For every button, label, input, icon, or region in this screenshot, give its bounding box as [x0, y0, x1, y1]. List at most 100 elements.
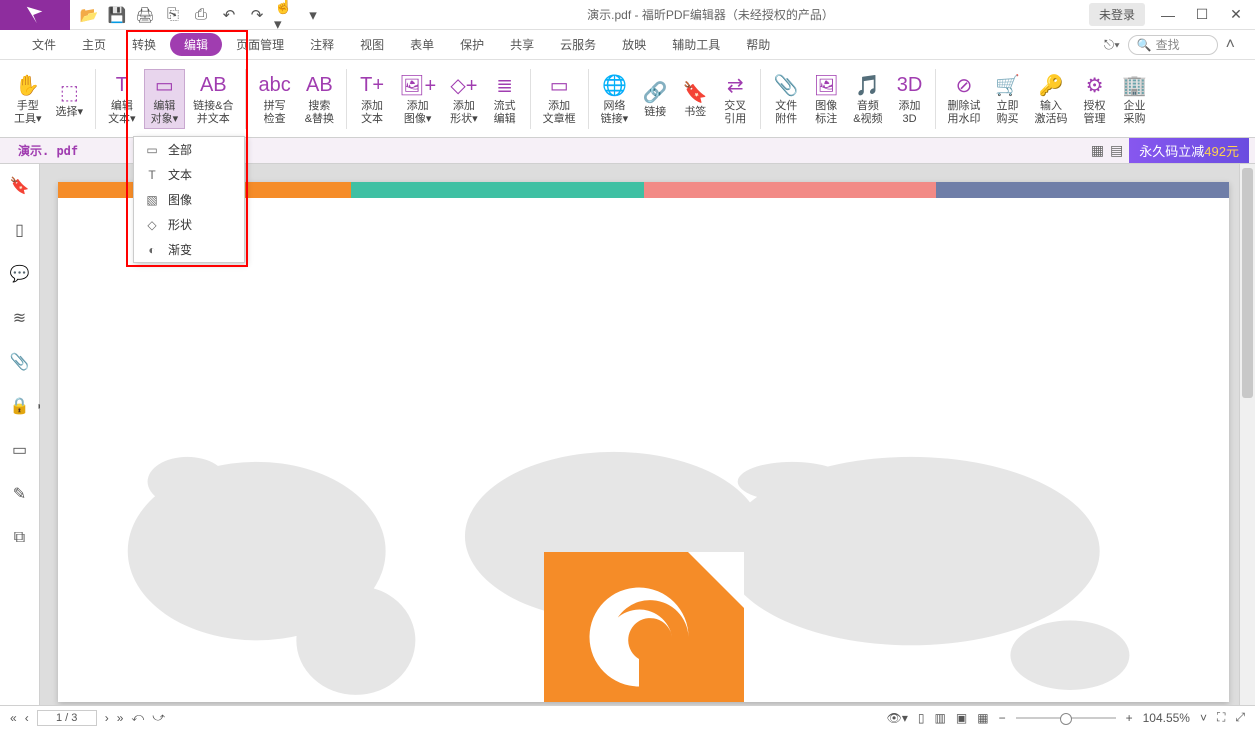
ribbon-添加图像[interactable]: 🖼+添加图像▾	[393, 70, 442, 128]
bookmark-icon[interactable]: 🔖	[8, 174, 32, 198]
thumb-list-icon[interactable]: ▤	[1110, 142, 1123, 159]
undo-icon[interactable]: ↶	[218, 4, 240, 26]
nav-back-icon[interactable]: ⤺	[131, 710, 144, 725]
ribbon-立即购买[interactable]: 🛒立即购买	[989, 70, 1027, 128]
comment-icon[interactable]: 💬	[8, 262, 32, 286]
menu-accessibility[interactable]: 辅助工具	[660, 32, 732, 57]
facing-icon[interactable]: ▣	[956, 711, 967, 725]
dropdown-all[interactable]: ▭全部	[134, 137, 244, 162]
menu-pages[interactable]: 页面管理	[224, 32, 296, 57]
dropdown-gradient[interactable]: ◐渐变	[134, 237, 244, 262]
ribbon-icon: 🎵	[855, 72, 880, 100]
ribbon-企业采购[interactable]: 🏢企业采购	[1116, 70, 1154, 128]
prev-page-icon[interactable]: ‹	[25, 711, 29, 725]
menu-convert[interactable]: 转换	[120, 32, 168, 57]
ribbon-图像标注[interactable]: 🖼图像标注	[807, 70, 845, 128]
menu-edit[interactable]: 编辑	[170, 33, 222, 56]
ribbon-删除试用水印[interactable]: ⊘删除试用水印	[942, 70, 987, 128]
file-tab[interactable]: 演示. pdf	[6, 139, 90, 162]
ribbon-添加3D[interactable]: 3D添加3D	[891, 70, 929, 128]
ribbon-链接&合并文本[interactable]: AB链接&合并文本	[187, 70, 239, 128]
new-icon[interactable]: ⎙	[190, 4, 212, 26]
nav-fwd-icon[interactable]: ⤻	[152, 710, 165, 725]
menu-present[interactable]: 放映	[610, 32, 658, 57]
security-icon[interactable]: 🔒	[8, 394, 32, 418]
menu-share[interactable]: 共享	[498, 32, 546, 57]
vertical-scrollbar[interactable]	[1239, 164, 1255, 705]
search-input[interactable]: 🔍 查找	[1128, 35, 1218, 55]
ribbon-流式编辑[interactable]: ≣流式编辑	[486, 70, 524, 128]
zoom-dropdown-icon[interactable]: ˅	[1200, 711, 1207, 725]
open-icon[interactable]: 📂	[78, 4, 100, 26]
save-icon[interactable]: 💾	[106, 4, 128, 26]
fit-width-icon[interactable]: ⛶	[1217, 710, 1225, 725]
ribbon-编辑文本[interactable]: T编辑文本▾	[102, 70, 142, 128]
last-page-icon[interactable]: »	[117, 711, 124, 725]
dropdown-shape[interactable]: ◇形状	[134, 212, 244, 237]
fullscreen-icon[interactable]: ⤢	[1235, 710, 1245, 725]
collapse-ribbon-icon[interactable]: ˄	[1226, 36, 1235, 54]
menu-protect[interactable]: 保护	[448, 32, 496, 57]
promo-banner[interactable]: 永久码立减492元	[1129, 138, 1249, 163]
first-page-icon[interactable]: «	[10, 711, 17, 725]
ribbon-icon: 🔗	[643, 78, 668, 106]
minimize-icon[interactable]: —	[1153, 3, 1183, 27]
menu-cloud[interactable]: 云服务	[548, 32, 608, 57]
export-icon[interactable]: ⎘	[162, 4, 184, 26]
page-thumb-icon[interactable]: ▯	[8, 218, 32, 242]
menu-file[interactable]: 文件	[20, 32, 68, 57]
menu-view[interactable]: 视图	[348, 32, 396, 57]
menu-help[interactable]: 帮助	[734, 32, 782, 57]
close-icon[interactable]: ✕	[1221, 3, 1251, 27]
ribbon-添加形状[interactable]: ◇+添加形状▾	[444, 70, 484, 128]
ribbon-选择[interactable]: ⬚选择▾	[50, 76, 90, 121]
thumb-grid-icon[interactable]: ▦	[1091, 142, 1104, 159]
ribbon-网络链接[interactable]: 🌐网络链接▾	[595, 70, 635, 128]
next-page-icon[interactable]: ›	[105, 711, 109, 725]
ribbon-separator	[530, 69, 531, 129]
ribbon-文件附件[interactable]: 📎文件附件	[767, 70, 805, 128]
menu-annotate[interactable]: 注释	[298, 32, 346, 57]
dropdown-text[interactable]: T文本	[134, 162, 244, 187]
ribbon-书签[interactable]: 🔖书签	[676, 76, 714, 121]
ribbon-添加文章框[interactable]: ▭添加文章框	[537, 70, 582, 128]
ribbon-添加文本[interactable]: T+添加文本	[353, 70, 391, 128]
attachment-icon[interactable]: 📎	[8, 350, 32, 374]
ribbon-搜索&替换[interactable]: AB搜索&替换	[299, 70, 340, 128]
ribbon-链接[interactable]: 🔗链接	[636, 76, 674, 121]
print-icon[interactable]: 🖨	[134, 4, 156, 26]
stamp-icon[interactable]: ✎	[8, 482, 32, 506]
ribbon-输入激活码[interactable]: 🔑输入激活码	[1029, 70, 1074, 128]
touch-icon[interactable]: ☝▾	[274, 4, 296, 26]
zoom-slider[interactable]	[1016, 717, 1116, 719]
redo-icon[interactable]: ↷	[246, 4, 268, 26]
ribbon-授权管理[interactable]: ⚙授权管理	[1076, 70, 1114, 128]
signature-icon[interactable]: ▭	[8, 438, 32, 462]
layers-icon[interactable]: ≋	[8, 306, 32, 330]
zoom-out-icon[interactable]: −	[999, 711, 1006, 725]
login-button[interactable]: 未登录	[1089, 3, 1145, 26]
read-mode-icon[interactable]: 👁▾	[887, 711, 908, 725]
menu-home[interactable]: 主页	[70, 32, 118, 57]
menu-forms[interactable]: 表单	[398, 32, 446, 57]
compare-icon[interactable]: ⧉	[8, 526, 32, 550]
ribbon-音频&视频[interactable]: 🎵音频&视频	[847, 70, 888, 128]
page-number-input[interactable]: 1 / 3	[37, 710, 97, 726]
ribbon-编辑对象[interactable]: ▭编辑对象▾	[144, 69, 186, 129]
continuous-icon[interactable]: ▥	[935, 711, 946, 725]
scroll-thumb[interactable]	[1242, 168, 1253, 398]
ribbon-手型工具[interactable]: ✋手型工具▾	[8, 70, 48, 128]
dropdown-image[interactable]: ▧图像	[134, 187, 244, 212]
settings-icon[interactable]: ⎋▾	[1104, 37, 1120, 53]
ribbon-拼写检查[interactable]: abc拼写检查	[252, 70, 296, 128]
zoom-value[interactable]: 104.55%	[1143, 711, 1190, 725]
qat-more-icon[interactable]: ▾	[302, 4, 324, 26]
ribbon-icon: T+	[360, 72, 384, 100]
facing-continuous-icon[interactable]: ▦	[977, 711, 988, 725]
ribbon-交叉引用[interactable]: ⇄交叉引用	[716, 70, 754, 128]
ribbon-toolbar: ✋手型工具▾⬚选择▾ T编辑文本▾▭编辑对象▾AB链接&合并文本 abc拼写检查AB…	[0, 60, 1255, 138]
maximize-icon[interactable]: ☐	[1187, 3, 1217, 27]
zoom-in-icon[interactable]: +	[1126, 711, 1133, 725]
single-page-icon[interactable]: ▯	[918, 711, 925, 725]
text-icon: T	[144, 168, 160, 182]
